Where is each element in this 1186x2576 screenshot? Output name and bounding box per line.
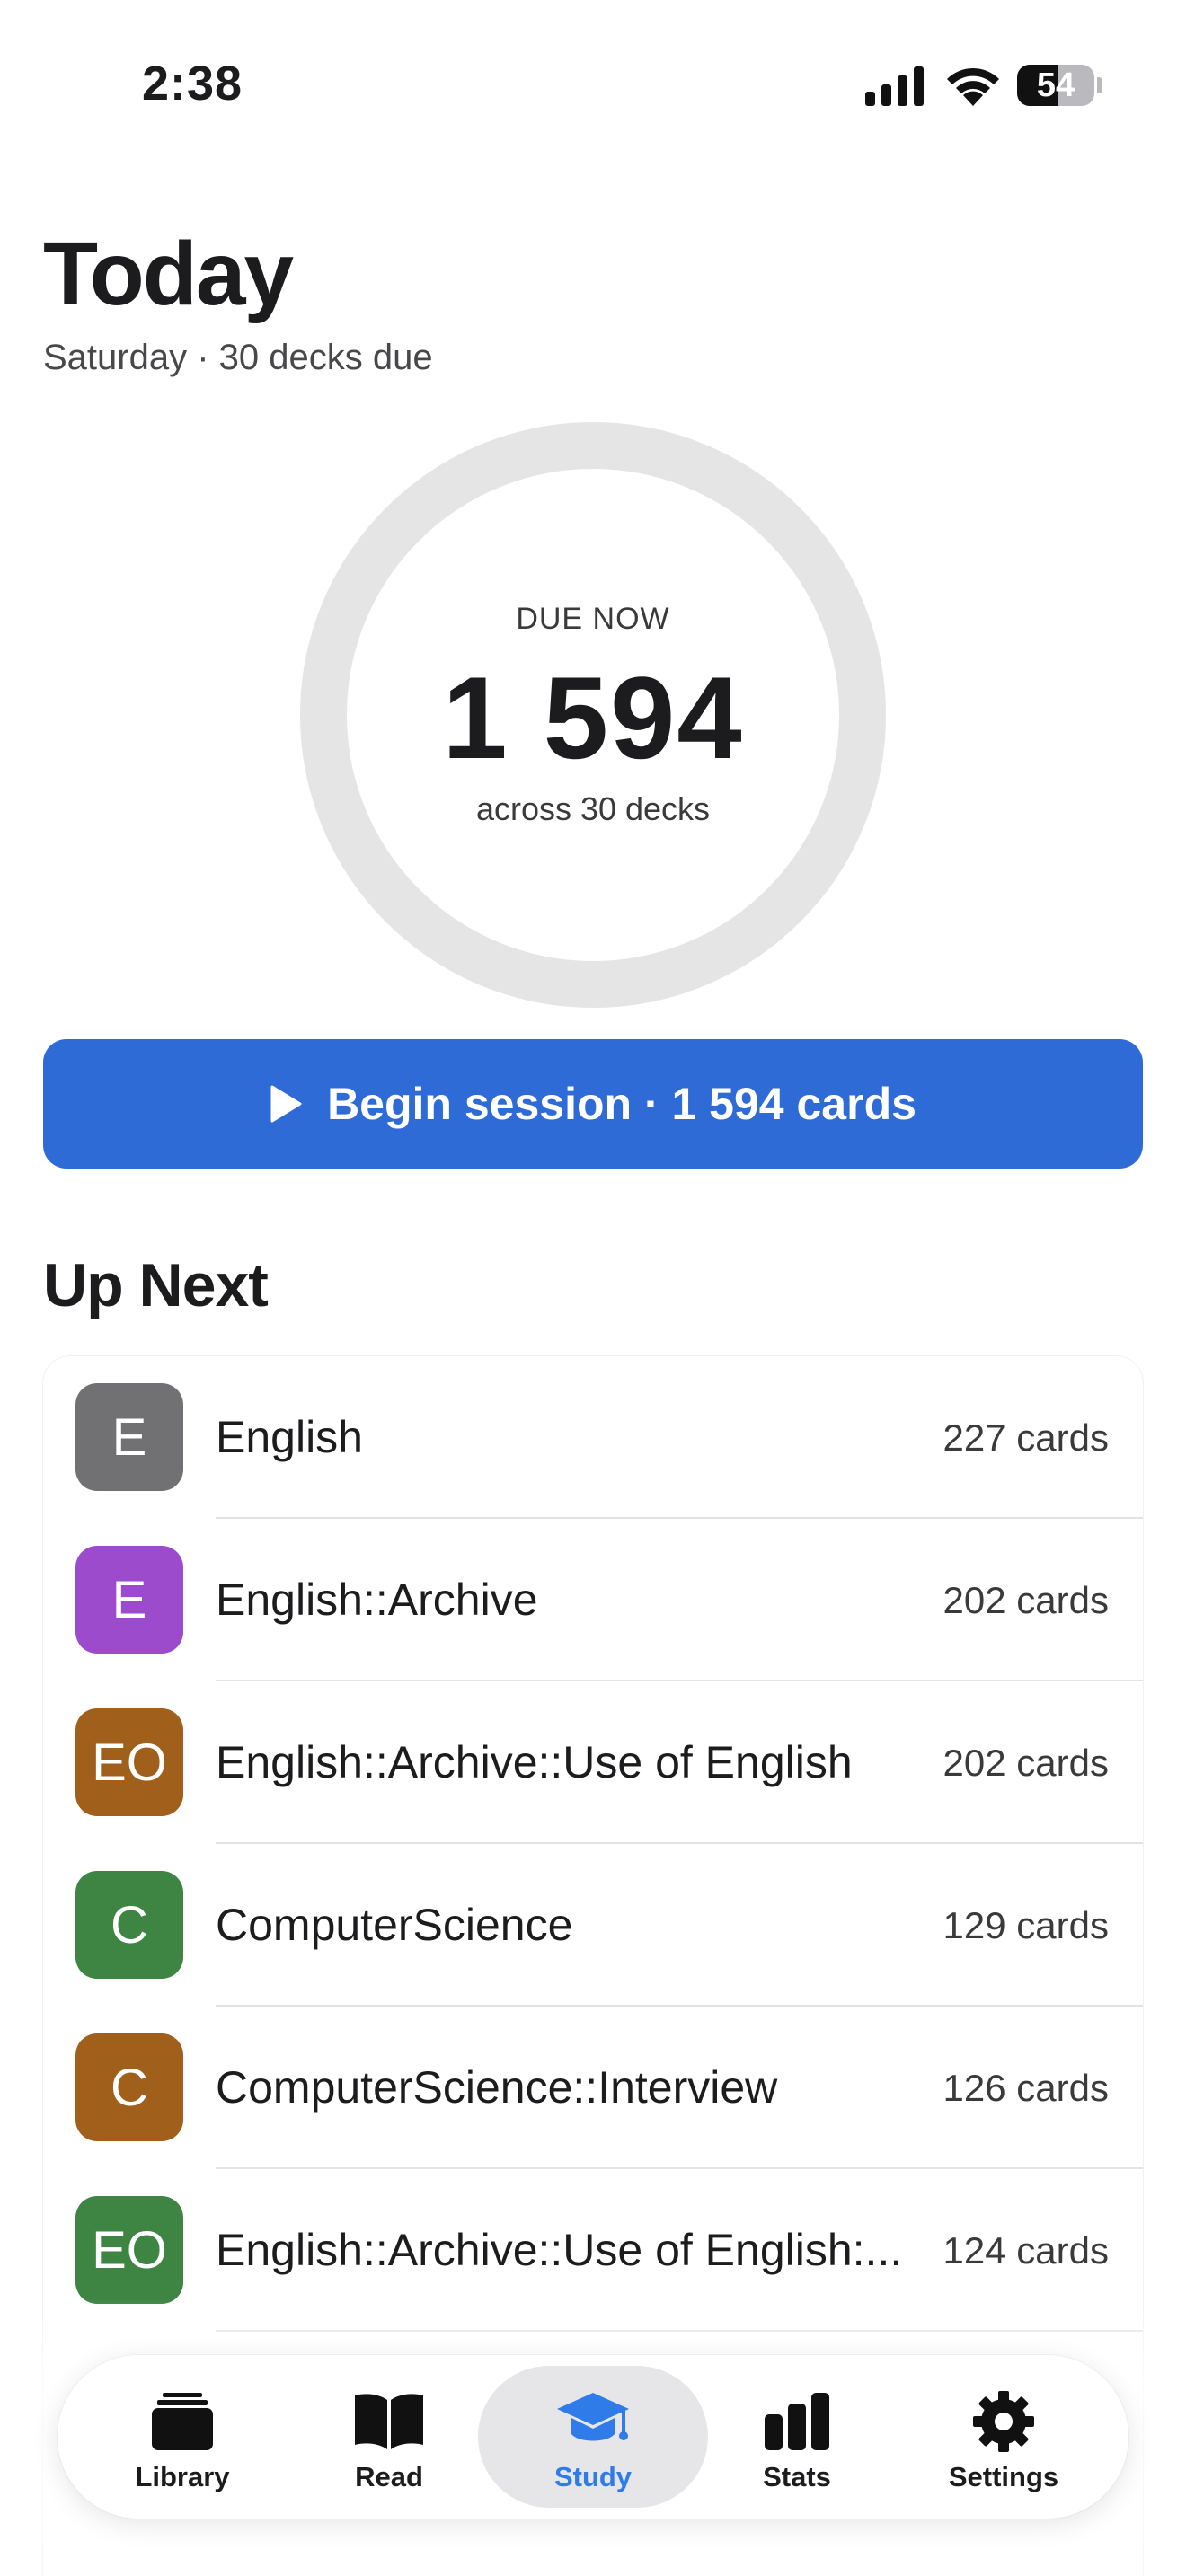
tab-study[interactable]: Study xyxy=(478,2366,708,2508)
open-book-icon xyxy=(355,2394,423,2449)
tab-stats[interactable]: Stats xyxy=(694,2366,900,2508)
deck-name: English xyxy=(216,1412,363,1462)
deck-card-count: 126 cards xyxy=(943,2067,1109,2109)
deck-name: English::Archive::Use of English xyxy=(216,1737,853,1787)
deck-name: English::Archive xyxy=(216,1575,538,1625)
deck-name: ComputerScience xyxy=(216,1900,573,1950)
tab-bar: Library Read Study Stats Settings xyxy=(58,2355,1128,2519)
deck-card-count: 227 cards xyxy=(943,1416,1109,1459)
battery-icon: 54 xyxy=(1017,65,1094,106)
gear-icon xyxy=(973,2391,1034,2452)
tab-label: Read xyxy=(355,2461,423,2492)
bar-chart-icon xyxy=(765,2393,829,2450)
tab-label: Settings xyxy=(948,2461,1059,2492)
page-subtitle: Saturday · 30 decks due xyxy=(43,338,433,377)
tab-label: Library xyxy=(135,2461,230,2492)
deck-avatar: C xyxy=(75,1871,183,1979)
status-bar: 2:38 54 xyxy=(0,0,1186,171)
deck-row[interactable]: E English::Archive 202 cards xyxy=(43,1519,1143,1681)
deck-name: ComputerScience::Interview xyxy=(216,2062,778,2113)
play-icon xyxy=(270,1085,302,1123)
wifi-icon xyxy=(947,67,999,106)
deck-avatar: C xyxy=(75,2033,183,2141)
deck-row[interactable]: C ComputerScience 129 cards xyxy=(43,1844,1143,2007)
due-count: 1 594 xyxy=(442,652,744,783)
tab-read[interactable]: Read xyxy=(286,2366,492,2508)
tab-label: Stats xyxy=(763,2461,831,2492)
up-next-title: Up Next xyxy=(43,1251,269,1319)
tab-settings[interactable]: Settings xyxy=(900,2366,1107,2508)
tab-label: Study xyxy=(553,2461,633,2492)
page-title: Today xyxy=(43,224,294,324)
deck-avatar: E xyxy=(75,1383,183,1491)
due-now-label: DUE NOW xyxy=(516,602,670,636)
deck-row[interactable]: E English 227 cards xyxy=(43,1356,1143,1519)
deck-card-count: 202 cards xyxy=(943,1742,1109,1784)
status-time: 2:38 xyxy=(142,57,243,110)
deck-avatar: EO xyxy=(75,1708,183,1816)
battery-cap xyxy=(1097,77,1102,93)
deck-avatar: EO xyxy=(75,2196,183,2304)
battery-level: 54 xyxy=(1036,66,1075,104)
graduation-cap-icon xyxy=(557,2393,629,2441)
due-caption: across 30 decks xyxy=(475,790,711,827)
deck-row[interactable]: EO English::Archive::Use of English 202 … xyxy=(43,1681,1143,1844)
deck-row[interactable]: C ComputerScience::Interview 126 cards xyxy=(43,2007,1143,2169)
deck-card-count: 129 cards xyxy=(943,1904,1109,1946)
tab-library[interactable]: Library xyxy=(79,2366,286,2508)
deck-avatar: E xyxy=(75,1546,183,1654)
begin-session-button[interactable]: Begin session · 1 594 cards xyxy=(43,1039,1143,1169)
deck-card-count: 202 cards xyxy=(943,1579,1109,1621)
begin-session-label: Begin session · 1 594 cards xyxy=(327,1079,916,1129)
cellular-signal-icon xyxy=(865,66,924,106)
library-stack-icon xyxy=(152,2393,213,2450)
